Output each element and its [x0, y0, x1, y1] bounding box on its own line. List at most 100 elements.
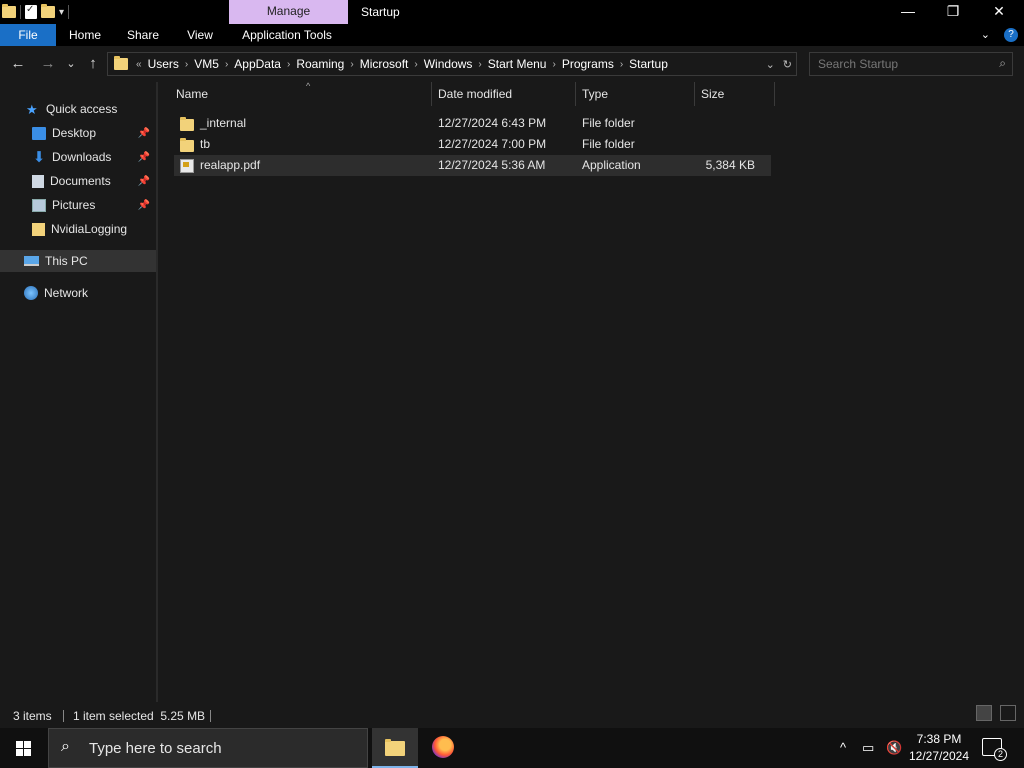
network-tray-icon[interactable]: ▭: [862, 728, 874, 768]
back-button[interactable]: ←: [8, 53, 28, 75]
address-history-dropdown[interactable]: ⌄: [766, 58, 775, 71]
search-input[interactable]: [810, 53, 990, 75]
toolbar-divider: [20, 5, 21, 19]
chevron-right-icon[interactable]: ›: [618, 59, 625, 70]
file-row-realapp[interactable]: realapp.pdf 12/27/2024 5:36 AM Applicati…: [174, 155, 771, 176]
help-icon[interactable]: ?: [1004, 28, 1018, 42]
close-button[interactable]: ✕: [976, 0, 1022, 24]
file-name: _internal: [200, 116, 247, 130]
chevron-right-icon[interactable]: ›: [285, 59, 292, 70]
taskbar-search-box[interactable]: ⌕ Type here to search: [48, 728, 368, 768]
pin-icon[interactable]: 📌: [138, 200, 150, 211]
show-hidden-icons-icon[interactable]: ^: [840, 728, 846, 768]
tab-view[interactable]: View: [178, 24, 222, 46]
sidebar-item-quick-access[interactable]: ★ Quick access: [0, 98, 156, 120]
column-header-type[interactable]: Type: [576, 82, 695, 106]
forward-button[interactable]: →: [38, 53, 58, 75]
taskbar: ⌕ Type here to search ^ ▭ 🔇 7:38 PM 12/2…: [0, 728, 1024, 768]
tab-file[interactable]: File: [0, 24, 56, 46]
sidebar-item-label: Documents: [50, 174, 111, 188]
column-header-date-modified[interactable]: Date modified: [432, 82, 576, 106]
windows-logo-icon: [24, 741, 31, 748]
pin-icon[interactable]: 📌: [138, 176, 150, 187]
recent-locations-button[interactable]: ⌄: [64, 53, 78, 75]
file-row-internal[interactable]: _internal 12/27/2024 6:43 PM File folder: [174, 113, 771, 134]
windows-logo-icon: [24, 749, 31, 756]
notifications-icon[interactable]: 2: [982, 738, 1007, 761]
selection-info: 1 item selected 5.25 MB: [73, 709, 206, 723]
column-header-label: Date modified: [438, 87, 513, 101]
quick-access-toolbar: ▾: [0, 0, 70, 24]
clock[interactable]: 7:38 PM 12/27/2024: [904, 731, 974, 765]
sidebar-item-documents[interactable]: Documents 📌: [0, 170, 156, 192]
chevron-right-icon[interactable]: ›: [223, 59, 230, 70]
chevron-right-icon[interactable]: ›: [183, 59, 190, 70]
file-explorer-taskbar-button[interactable]: [372, 728, 418, 768]
start-button[interactable]: [0, 728, 48, 768]
search-box[interactable]: ⌕: [809, 52, 1013, 76]
sidebar-item-downloads[interactable]: ⬇ Downloads 📌: [0, 146, 156, 168]
tab-application-tools[interactable]: Application Tools: [236, 24, 338, 46]
column-header-name[interactable]: Name ^: [170, 81, 432, 106]
breadcrumb-windows[interactable]: Windows: [420, 57, 477, 71]
chevron-right-icon[interactable]: ›: [476, 59, 483, 70]
properties-icon[interactable]: [25, 4, 37, 19]
firefox-taskbar-button[interactable]: [420, 728, 466, 768]
folder-icon: [180, 116, 194, 131]
clock-date: 12/27/2024: [908, 749, 970, 763]
column-header-size[interactable]: Size: [695, 82, 775, 106]
file-row-tb[interactable]: tb 12/27/2024 7:00 PM File folder: [174, 134, 771, 155]
status-bar: 3 items 1 item selected 5.25 MB: [0, 705, 1024, 727]
breadcrumb-vm5[interactable]: VM5: [190, 57, 223, 71]
sidebar-item-label: Desktop: [52, 126, 97, 140]
windows-logo-icon: [16, 741, 23, 748]
sidebar-item-network[interactable]: Network: [0, 282, 156, 304]
sidebar-item-nvidialogging[interactable]: NvidiaLogging: [0, 218, 156, 240]
new-folder-icon[interactable]: [41, 4, 55, 18]
title-bar: ▾ Manage Startup — ❐ ✕: [0, 0, 1024, 24]
navigation-bar: ← → ⌄ ↑ « Users › VM5 › AppData › Roamin…: [0, 46, 1024, 82]
search-icon[interactable]: ⌕: [999, 56, 1006, 71]
breadcrumb-microsoft[interactable]: Microsoft: [356, 57, 413, 71]
breadcrumb-roaming[interactable]: Roaming: [292, 57, 348, 71]
large-icons-view-icon[interactable]: [1000, 705, 1016, 721]
item-count: 3 items: [13, 709, 52, 723]
file-type: File folder: [582, 116, 635, 130]
file-name: tb: [200, 137, 211, 151]
toolbar-divider: [68, 5, 70, 19]
minimize-button[interactable]: —: [885, 0, 931, 24]
up-button[interactable]: ↑: [84, 53, 102, 75]
file-size: 5,384 KB: [705, 158, 755, 172]
chevron-right-icon[interactable]: ›: [412, 59, 419, 70]
restore-button[interactable]: ❐: [930, 0, 976, 24]
sidebar-item-desktop[interactable]: Desktop 📌: [0, 122, 156, 144]
manage-context-tab[interactable]: Manage: [229, 0, 348, 24]
volume-muted-icon[interactable]: 🔇: [886, 728, 902, 768]
navigation-pane: ★ Quick access Desktop 📌 ⬇ Downloads 📌 D…: [0, 82, 158, 702]
tab-home[interactable]: Home: [60, 24, 110, 46]
pin-icon[interactable]: 📌: [138, 152, 150, 163]
chevron-right-icon[interactable]: ›: [348, 59, 355, 70]
breadcrumb-overflow[interactable]: «: [134, 59, 144, 70]
address-bar[interactable]: « Users › VM5 › AppData › Roaming › Micr…: [107, 52, 797, 76]
breadcrumb-startup[interactable]: Startup: [625, 57, 672, 71]
refresh-icon[interactable]: ↻: [783, 58, 792, 71]
sidebar-item-this-pc[interactable]: This PC: [0, 250, 156, 272]
windows-logo-icon: [16, 749, 23, 756]
window-title: Startup: [361, 5, 400, 19]
clock-time: 7:38 PM: [916, 732, 962, 746]
breadcrumb-programs[interactable]: Programs: [558, 57, 618, 71]
file-date: 12/27/2024 7:00 PM: [438, 137, 547, 151]
expand-ribbon-icon[interactable]: ⌄: [981, 24, 990, 46]
pin-icon[interactable]: 📌: [138, 128, 150, 139]
details-view-icon[interactable]: [976, 705, 992, 721]
breadcrumb-users[interactable]: Users: [144, 57, 183, 71]
breadcrumb-appdata[interactable]: AppData: [230, 57, 285, 71]
file-name: realapp.pdf: [200, 158, 261, 172]
sidebar-item-pictures[interactable]: Pictures 📌: [0, 194, 156, 216]
chevron-right-icon[interactable]: ›: [550, 59, 557, 70]
file-type: Application: [582, 158, 641, 172]
customize-toolbar-icon[interactable]: ▾: [59, 7, 64, 18]
breadcrumb-start-menu[interactable]: Start Menu: [484, 57, 551, 71]
tab-share[interactable]: Share: [120, 24, 166, 46]
